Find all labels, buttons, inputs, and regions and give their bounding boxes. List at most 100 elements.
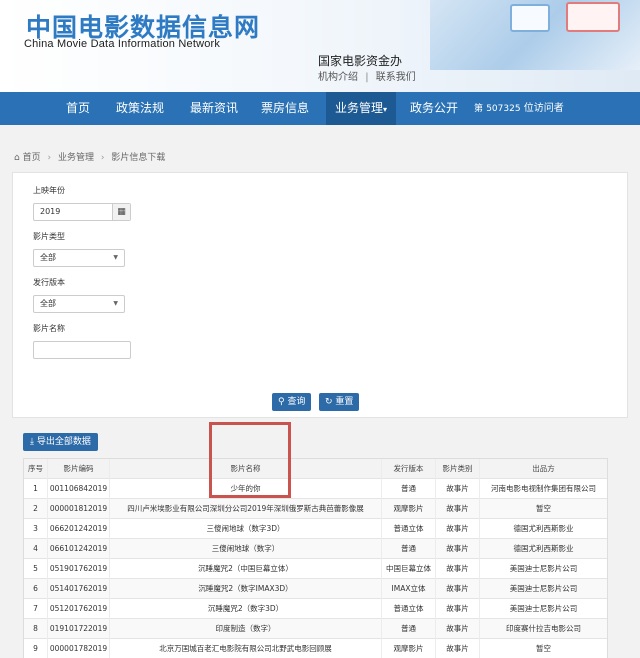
column-header[interactable]: 序号 [24,459,48,479]
chevron-down-icon: ▼ [113,254,118,261]
movie-code-cell: 051901762019 [48,559,110,579]
movie-category-cell: 故事片 [436,479,480,499]
row-index-cell: 7 [24,599,48,619]
release-version-cell: 普通 [382,539,436,559]
release-version-cell: 普通立体 [382,599,436,619]
producer-cell: 暂空 [536,644,551,653]
producer-cell: 德国尤利西斯影业 [513,524,574,533]
header-banner: 中国电影数据信息网 China Movie Data Information N… [0,0,640,92]
year-input[interactable]: 2019 ▦ [33,203,131,221]
type-label: 影片类型 [33,232,65,241]
org-link-separator: | [365,72,369,83]
movie-category-cell: 故事片 [436,579,480,599]
nav-item-boxoffice[interactable]: 票房信息 [256,92,314,125]
producer-cell: 暂空 [536,504,551,513]
table-row[interactable]: 6 051401762019 沉睡魔咒2（数字IMAX3D） IMAX立体 故事片 美国迪… [24,579,607,599]
search-button[interactable]: ⚲ 查询 [272,393,312,411]
visitor-prefix: 第 [474,104,484,114]
table-row[interactable]: 9 000001782019 北京万国城百老汇电影院有限公司北野武电影回顾展 观摩影片… [24,639,607,658]
site-subtitle: China Movie Data Information Network [24,38,221,50]
producer-cell: 美国迪士尼影片公司 [509,564,578,573]
visitor-count: 507325 [486,104,521,114]
org-name: 国家电影资金办 [318,54,403,68]
table-header-row: 序号 影片编码 影片名称 发行版本 影片类别 出品方 [24,459,607,479]
org-intro-link[interactable]: 机构介绍 [318,72,358,83]
column-header[interactable]: 发行版本 [382,459,436,479]
movie-title-cell: 沉睡魔咒2（数字IMAX3D） [110,579,382,599]
version-select[interactable]: 全部 ▼ [33,295,125,313]
nav-item-gov[interactable]: 政务公开 [410,92,472,125]
export-all-button[interactable]: ⤓ 导出全部数据 [23,433,98,451]
search-icon: ⚲ [278,397,285,407]
movie-code-cell: 051201762019 [48,599,110,619]
nav-item-news[interactable]: 最新资讯 [184,92,244,125]
search-button-label: 查询 [287,397,306,407]
org-links: 机构介绍 | 联系我们 [318,68,416,83]
table-row[interactable]: 8 019101722019 印度制造（数字） 普通 故事片 印度赛什拉吉电影公司 [24,619,607,639]
nav-item-business[interactable]: 业务管理▾ [326,92,396,125]
release-version-cell: 普通 [382,479,436,499]
movie-title-cell: 沉睡魔咒2（中国巨幕立体） [110,559,382,579]
movie-code-cell: 000001812019 [48,499,110,519]
row-index-cell: 3 [24,519,48,539]
nav-item-policy[interactable]: 政策法规 [112,92,168,125]
movie-category-cell: 故事片 [436,539,480,559]
movie-code-cell: 000001782019 [48,639,110,658]
movie-code-cell: 019101722019 [48,619,110,639]
row-index-cell: 5 [24,559,48,579]
movie-name-input[interactable] [33,341,131,359]
movie-code-cell: 066101242019 [48,539,110,559]
row-index-cell: 8 [24,619,48,639]
movie-code-cell: 001106842019 [48,479,110,499]
table-row[interactable]: 1 001106842019 少年的你 普通 故事片 河南电影电视制作集团有限公司 [24,479,607,499]
movie-title-cell: 四川卢米埃影业有限公司深圳分公司2019年深圳俄罗斯古典芭蕾影像展 [110,499,382,519]
movie-category-cell: 故事片 [436,599,480,619]
producer-cell: 德国尤利西斯影业 [513,544,574,553]
row-index-cell: 1 [24,479,48,499]
nav-item-home[interactable]: 首页 [56,92,100,125]
row-index-cell: 9 [24,639,48,658]
type-select[interactable]: 全部 ▼ [33,249,125,267]
table-row[interactable]: 2 000001812019 四川卢米埃影业有限公司深圳分公司2019年深圳俄罗斯古… [24,499,607,519]
calendar-icon[interactable]: ▦ [112,204,130,220]
movie-title-cell: 北京万国城百老汇电影院有限公司北野武电影回顾展 [110,639,382,658]
breadcrumb-separator: › [100,153,105,163]
producer-cell: 印度赛什拉吉电影公司 [506,624,581,633]
column-header[interactable]: 影片编码 [48,459,110,479]
producer-cell: 美国迪士尼影片公司 [509,604,578,613]
movie-category-cell: 故事片 [436,499,480,519]
movie-category-cell: 故事片 [436,559,480,579]
row-index-cell: 6 [24,579,48,599]
column-header[interactable]: 影片类别 [436,459,480,479]
release-version-cell: 中国巨幕立体 [382,559,436,579]
name-label: 影片名称 [33,324,65,333]
visitor-counter: 第 507325 位访问者 [474,92,564,125]
breadcrumb-current: 影片信息下载 [111,153,166,163]
home-icon: ⌂ [14,153,20,163]
chart-illustration-icon [510,4,550,32]
breadcrumb: ⌂ 首页 › 业务管理 › 影片信息下载 [14,150,165,163]
breadcrumb-separator: › [47,153,52,163]
type-value: 全部 [40,253,56,262]
reset-button-label: 重置 [335,397,354,407]
table-row[interactable]: 5 051901762019 沉睡魔咒2（中国巨幕立体） 中国巨幕立体 故事片 美国迪士尼… [24,559,607,579]
release-version-cell: 普通 [382,619,436,639]
contact-link[interactable]: 联系我们 [376,72,416,83]
breadcrumb-business[interactable]: 业务管理 [58,153,94,163]
table-row[interactable]: 7 051201762019 沉睡魔咒2（数字3D） 普通立体 故事片 美国迪士尼影片公司 [24,599,607,619]
column-header[interactable]: 出品方 [480,459,607,479]
row-index-cell: 4 [24,539,48,559]
movie-title-cell: 印度制造（数字） [110,619,382,639]
table-row[interactable]: 4 066101242019 三傻闹地球（数字） 普通 故事片 德国尤利西斯影业 [24,539,607,559]
breadcrumb-home[interactable]: 首页 [23,153,41,163]
version-label: 发行版本 [33,278,65,287]
results-table: 序号 影片编码 影片名称 发行版本 影片类别 出品方 1 001106842019… [23,458,608,658]
chevron-down-icon: ▼ [113,300,118,307]
search-form-panel: 上映年份 2019 ▦ 影片类型 全部 ▼ 发行版本 全部 ▼ 影片名称 ⚲ 查… [12,172,628,418]
nav-item-business-label: 业务管理 [334,101,383,115]
reset-button[interactable]: ↻ 重置 [319,393,360,411]
movie-title-cell: 三傻闹地球（数字3D） [110,519,382,539]
chevron-down-icon: ▾ [383,105,388,114]
table-row[interactable]: 3 066201242019 三傻闹地球（数字3D） 普通立体 故事片 德国尤利西斯影业 [24,519,607,539]
visitor-label: 位访问者 [523,103,564,114]
